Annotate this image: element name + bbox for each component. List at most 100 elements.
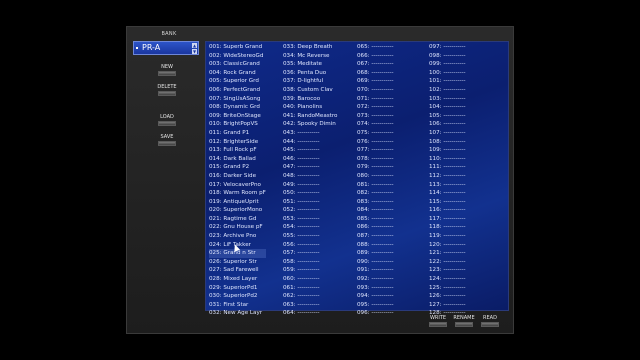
patch-item[interactable]: 042: Spooky Dimin: [283, 120, 337, 129]
patch-item[interactable]: 094: -----------: [357, 292, 394, 301]
patch-item[interactable]: 084: -----------: [357, 206, 394, 215]
patch-item[interactable]: 019: AntiqueUprit: [209, 198, 266, 207]
patch-item[interactable]: 064: -----------: [283, 309, 337, 318]
patch-item[interactable]: 022: Gnu House pF: [209, 223, 266, 232]
patch-item[interactable]: 056: -----------: [283, 241, 337, 250]
patch-item[interactable]: 001: Superb Grand: [209, 43, 266, 52]
patch-item[interactable]: 088: -----------: [357, 241, 394, 250]
patch-item[interactable]: 085: -----------: [357, 215, 394, 224]
new-button[interactable]: NEW: [156, 63, 178, 79]
patch-item[interactable]: 014: Dark Ballad: [209, 155, 266, 164]
patch-item[interactable]: 040: Pianolins: [283, 103, 337, 112]
patch-item[interactable]: 079: -----------: [357, 163, 394, 172]
patch-item[interactable]: 102: -----------: [429, 86, 466, 95]
patch-item[interactable]: 053: -----------: [283, 215, 337, 224]
patch-item[interactable]: 107: -----------: [429, 129, 466, 138]
patch-item[interactable]: 029: SuperiorPd1: [209, 284, 266, 293]
patch-item[interactable]: 117: -----------: [429, 215, 466, 224]
patch-item[interactable]: 072: -----------: [357, 103, 394, 112]
patch-item[interactable]: 039: Barocoo: [283, 95, 337, 104]
patch-item[interactable]: 069: -----------: [357, 77, 394, 86]
patch-item[interactable]: 086: -----------: [357, 223, 394, 232]
patch-item[interactable]: 112: -----------: [429, 172, 466, 181]
patch-item[interactable]: 027: Sad Farewell: [209, 266, 266, 275]
patch-item[interactable]: 038: Custom Clav: [283, 86, 337, 95]
patch-item[interactable]: 004: Rock Grand: [209, 69, 266, 78]
patch-item[interactable]: 095: -----------: [357, 301, 394, 310]
patch-item[interactable]: 120: -----------: [429, 241, 466, 250]
patch-item[interactable]: 076: -----------: [357, 138, 394, 147]
patch-item[interactable]: 127: -----------: [429, 301, 466, 310]
save-button[interactable]: SAVE: [156, 133, 178, 149]
patch-item[interactable]: 018: Warm Room pF: [209, 189, 266, 198]
up-arrow-icon[interactable]: ▲: [192, 43, 197, 48]
patch-item[interactable]: 033: Deep Breath: [283, 43, 337, 52]
write-button[interactable]: WRITE: [427, 315, 449, 329]
patch-item[interactable]: 062: -----------: [283, 292, 337, 301]
patch-item[interactable]: 041: RandoMeastro: [283, 112, 337, 121]
patch-item[interactable]: 110: -----------: [429, 155, 466, 164]
patch-item[interactable]: 119: -----------: [429, 232, 466, 241]
patch-item[interactable]: 101: -----------: [429, 77, 466, 86]
patch-item[interactable]: 097: -----------: [429, 43, 466, 52]
patch-item[interactable]: 093: -----------: [357, 284, 394, 293]
read-button-plate[interactable]: [481, 322, 499, 327]
delete-button[interactable]: DELETE: [156, 83, 178, 99]
patch-item[interactable]: 030: SuperiorPd2: [209, 292, 266, 301]
rename-button[interactable]: RENAME: [452, 315, 476, 329]
patch-item[interactable]: 126: -----------: [429, 292, 466, 301]
patch-item[interactable]: 122: -----------: [429, 258, 466, 267]
patch-item[interactable]: 124: -----------: [429, 275, 466, 284]
patch-item[interactable]: 087: -----------: [357, 232, 394, 241]
patch-item[interactable]: 010: BrightPopVS: [209, 120, 266, 129]
read-button[interactable]: READ: [479, 315, 501, 329]
patch-item[interactable]: 073: -----------: [357, 112, 394, 121]
patch-item[interactable]: 009: BriteOnStage: [209, 112, 266, 121]
patch-item[interactable]: 023: Archive Pno: [209, 232, 266, 241]
patch-item[interactable]: 096: -----------: [357, 309, 394, 318]
patch-item[interactable]: 082: -----------: [357, 189, 394, 198]
patch-item[interactable]: 048: -----------: [283, 172, 337, 181]
patch-item[interactable]: 002: WideStereoGd: [209, 52, 266, 61]
patch-item[interactable]: 047: -----------: [283, 163, 337, 172]
patch-item[interactable]: 049: -----------: [283, 181, 337, 190]
patch-item[interactable]: 043: -----------: [283, 129, 337, 138]
patch-item[interactable]: 011: Grand P1: [209, 129, 266, 138]
patch-item[interactable]: 032: New Age Layr: [209, 309, 266, 318]
patch-item[interactable]: 046: -----------: [283, 155, 337, 164]
patch-item[interactable]: 021: Ragtime Gd: [209, 215, 266, 224]
patch-item[interactable]: 006: PerfectGrand: [209, 86, 266, 95]
patch-item[interactable]: 089: -----------: [357, 249, 394, 258]
patch-item[interactable]: 092: -----------: [357, 275, 394, 284]
patch-item[interactable]: 052: -----------: [283, 206, 337, 215]
bank-select[interactable]: PR-A ▲ ▼: [133, 41, 199, 55]
save-button-plate[interactable]: [158, 141, 176, 146]
patch-item[interactable]: 121: -----------: [429, 249, 466, 258]
patch-item[interactable]: 063: -----------: [283, 301, 337, 310]
patch-item[interactable]: 020: SuperiorMono: [209, 206, 266, 215]
patch-item[interactable]: 104: -----------: [429, 103, 466, 112]
patch-item[interactable]: 099: -----------: [429, 60, 466, 69]
patch-item[interactable]: 028: Mixed Layer: [209, 275, 266, 284]
patch-item[interactable]: 103: -----------: [429, 95, 466, 104]
patch-item[interactable]: 114: -----------: [429, 189, 466, 198]
patch-item[interactable]: 015: Grand P2: [209, 163, 266, 172]
patch-item[interactable]: 111: -----------: [429, 163, 466, 172]
patch-item[interactable]: 034: Mc Reverse: [283, 52, 337, 61]
patch-item[interactable]: 113: -----------: [429, 181, 466, 190]
patch-item[interactable]: 035: Meditate: [283, 60, 337, 69]
patch-item[interactable]: 058: -----------: [283, 258, 337, 267]
patch-item[interactable]: 080: -----------: [357, 172, 394, 181]
patch-item[interactable]: 026: Superior Str: [209, 258, 266, 267]
patch-item[interactable]: 070: -----------: [357, 86, 394, 95]
patch-item[interactable]: 106: -----------: [429, 120, 466, 129]
load-button-plate[interactable]: [158, 121, 176, 126]
patch-item[interactable]: 051: -----------: [283, 198, 337, 207]
patch-item[interactable]: 066: -----------: [357, 52, 394, 61]
patch-item[interactable]: 071: -----------: [357, 95, 394, 104]
patch-item[interactable]: 074: -----------: [357, 120, 394, 129]
patch-item[interactable]: 108: -----------: [429, 138, 466, 147]
patch-item[interactable]: 054: -----------: [283, 223, 337, 232]
patch-item[interactable]: 077: -----------: [357, 146, 394, 155]
patch-item[interactable]: 031: First Star: [209, 301, 266, 310]
